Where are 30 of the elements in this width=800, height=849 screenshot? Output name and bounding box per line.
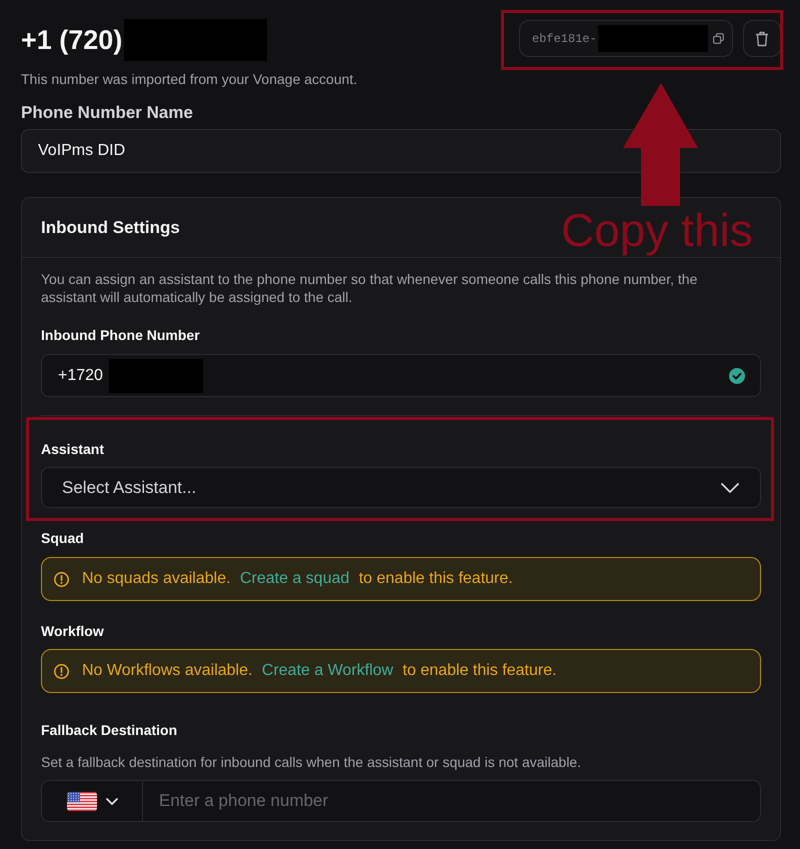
us-flag-icon <box>66 792 96 810</box>
phone-number-input[interactable]: Enter a phone number <box>143 780 761 822</box>
field-label: Phone Number Name <box>21 103 194 123</box>
country-select[interactable] <box>41 780 144 822</box>
phone-number-title: +1 (720) <box>21 24 122 57</box>
card-title: Inbound Settings <box>41 217 180 239</box>
copy-icon <box>713 33 724 44</box>
create-link[interactable]: Create a squad <box>240 570 350 587</box>
field-label: Inbound Phone Number <box>41 326 201 344</box>
delete-button[interactable] <box>743 20 781 57</box>
chevron-down-icon <box>106 798 118 804</box>
notice-text: No Workflows available. Create a Workflow to enable this feature. <box>82 661 557 681</box>
field-label: Workflow <box>41 622 105 640</box>
warning-icon <box>54 664 69 678</box>
notice-text: No squads available. Create a squad to enable this feature. <box>82 569 513 589</box>
field-description: Set a fallback destination for inbound calls when the assistant or squad is not available. <box>41 753 582 771</box>
field-label: Squad <box>41 529 85 547</box>
inbound-number-field[interactable]: +1720 <box>41 354 761 397</box>
assistant-select[interactable]: Select Assistant... <box>41 467 761 508</box>
id-copy-button[interactable]: ebfe181e- <box>519 20 733 57</box>
field-label: Fallback Destination <box>41 721 178 739</box>
name-input[interactable]: VoIPms DID <box>21 129 781 173</box>
create-link[interactable]: Create a Workflow <box>262 662 394 679</box>
chevron-down-icon <box>721 482 739 492</box>
card-description: You can assign an assistant to the phone number so that whenever someone calls this phone number, the assistant will automatically be assigned to the call. <box>41 270 698 306</box>
import-note: This number was imported from your Vonage account. <box>21 70 358 88</box>
trash-icon <box>755 30 769 46</box>
warning-icon <box>54 572 69 586</box>
annotation-label: Copy this <box>561 207 753 253</box>
field-label: Assistant <box>41 440 106 458</box>
